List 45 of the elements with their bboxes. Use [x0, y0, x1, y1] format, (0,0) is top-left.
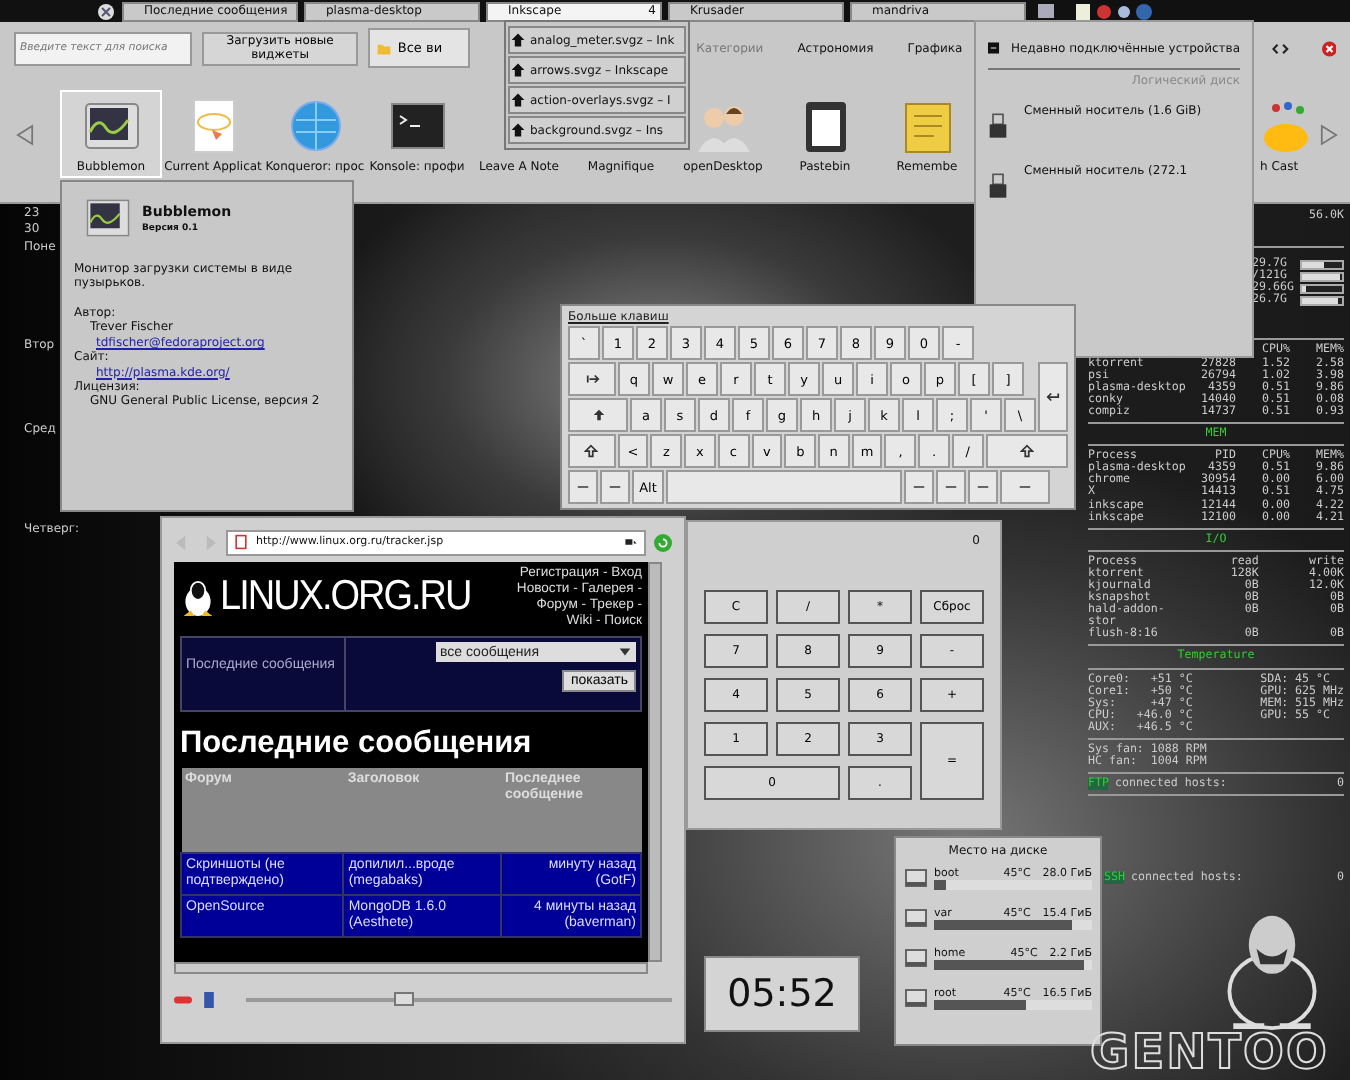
usb-drive-icon — [988, 112, 1008, 140]
blank-key[interactable] — [968, 470, 998, 504]
tab-key[interactable] — [568, 362, 616, 396]
horizontal-scrollbar[interactable] — [174, 962, 648, 974]
space-key[interactable] — [666, 470, 902, 504]
site-logo[interactable]: LINUX.ORG.RU — [220, 573, 471, 623]
tab-arrow-icon — [585, 372, 599, 386]
slider-thumb[interactable] — [393, 992, 414, 1006]
distro-logo-text: GENTOO — [1090, 1024, 1329, 1080]
caps-key[interactable] — [568, 398, 628, 432]
page-heading: Последние сообщения — [180, 726, 534, 762]
enter-arrow-icon — [1046, 390, 1060, 404]
blank-key[interactable] — [904, 470, 934, 504]
caret-icon — [618, 644, 632, 660]
hard-drive-icon — [904, 946, 928, 970]
hard-drive-icon — [904, 986, 928, 1010]
usb-drive-icon — [988, 172, 1008, 200]
shift-arrow-icon — [1019, 444, 1034, 458]
caps-arrow-icon — [591, 408, 605, 422]
folder-icon — [375, 40, 392, 56]
page-arrows-icon[interactable] — [1272, 41, 1290, 55]
shift-arrow-icon — [584, 444, 599, 458]
dash-icon — [576, 480, 590, 494]
dash-icon — [1018, 480, 1032, 494]
hard-drive-icon — [904, 866, 928, 890]
dash-icon — [976, 480, 990, 494]
digital-clock: 05:52 — [704, 956, 860, 1032]
page-icon — [234, 534, 248, 550]
blank-key[interactable] — [936, 470, 966, 504]
globe-icon — [285, 96, 345, 156]
dash-icon — [608, 480, 622, 494]
hard-drive-icon — [904, 906, 928, 930]
monitor-graph-icon — [86, 198, 130, 238]
shift-key[interactable] — [568, 434, 616, 468]
scroll-right-icon[interactable] — [1320, 123, 1338, 145]
close-icon[interactable] — [1321, 39, 1336, 57]
dash-icon — [944, 480, 958, 494]
penguin-logo-icon — [180, 578, 216, 618]
reload-icon[interactable] — [654, 533, 672, 551]
usb-drive-icon — [988, 38, 1000, 58]
dash-icon — [912, 480, 926, 494]
vertical-scrollbar[interactable] — [648, 562, 662, 962]
scroll-left-icon[interactable] — [16, 123, 34, 145]
tray-icons[interactable] — [1036, 1, 1156, 21]
enter-key[interactable] — [1038, 362, 1068, 432]
